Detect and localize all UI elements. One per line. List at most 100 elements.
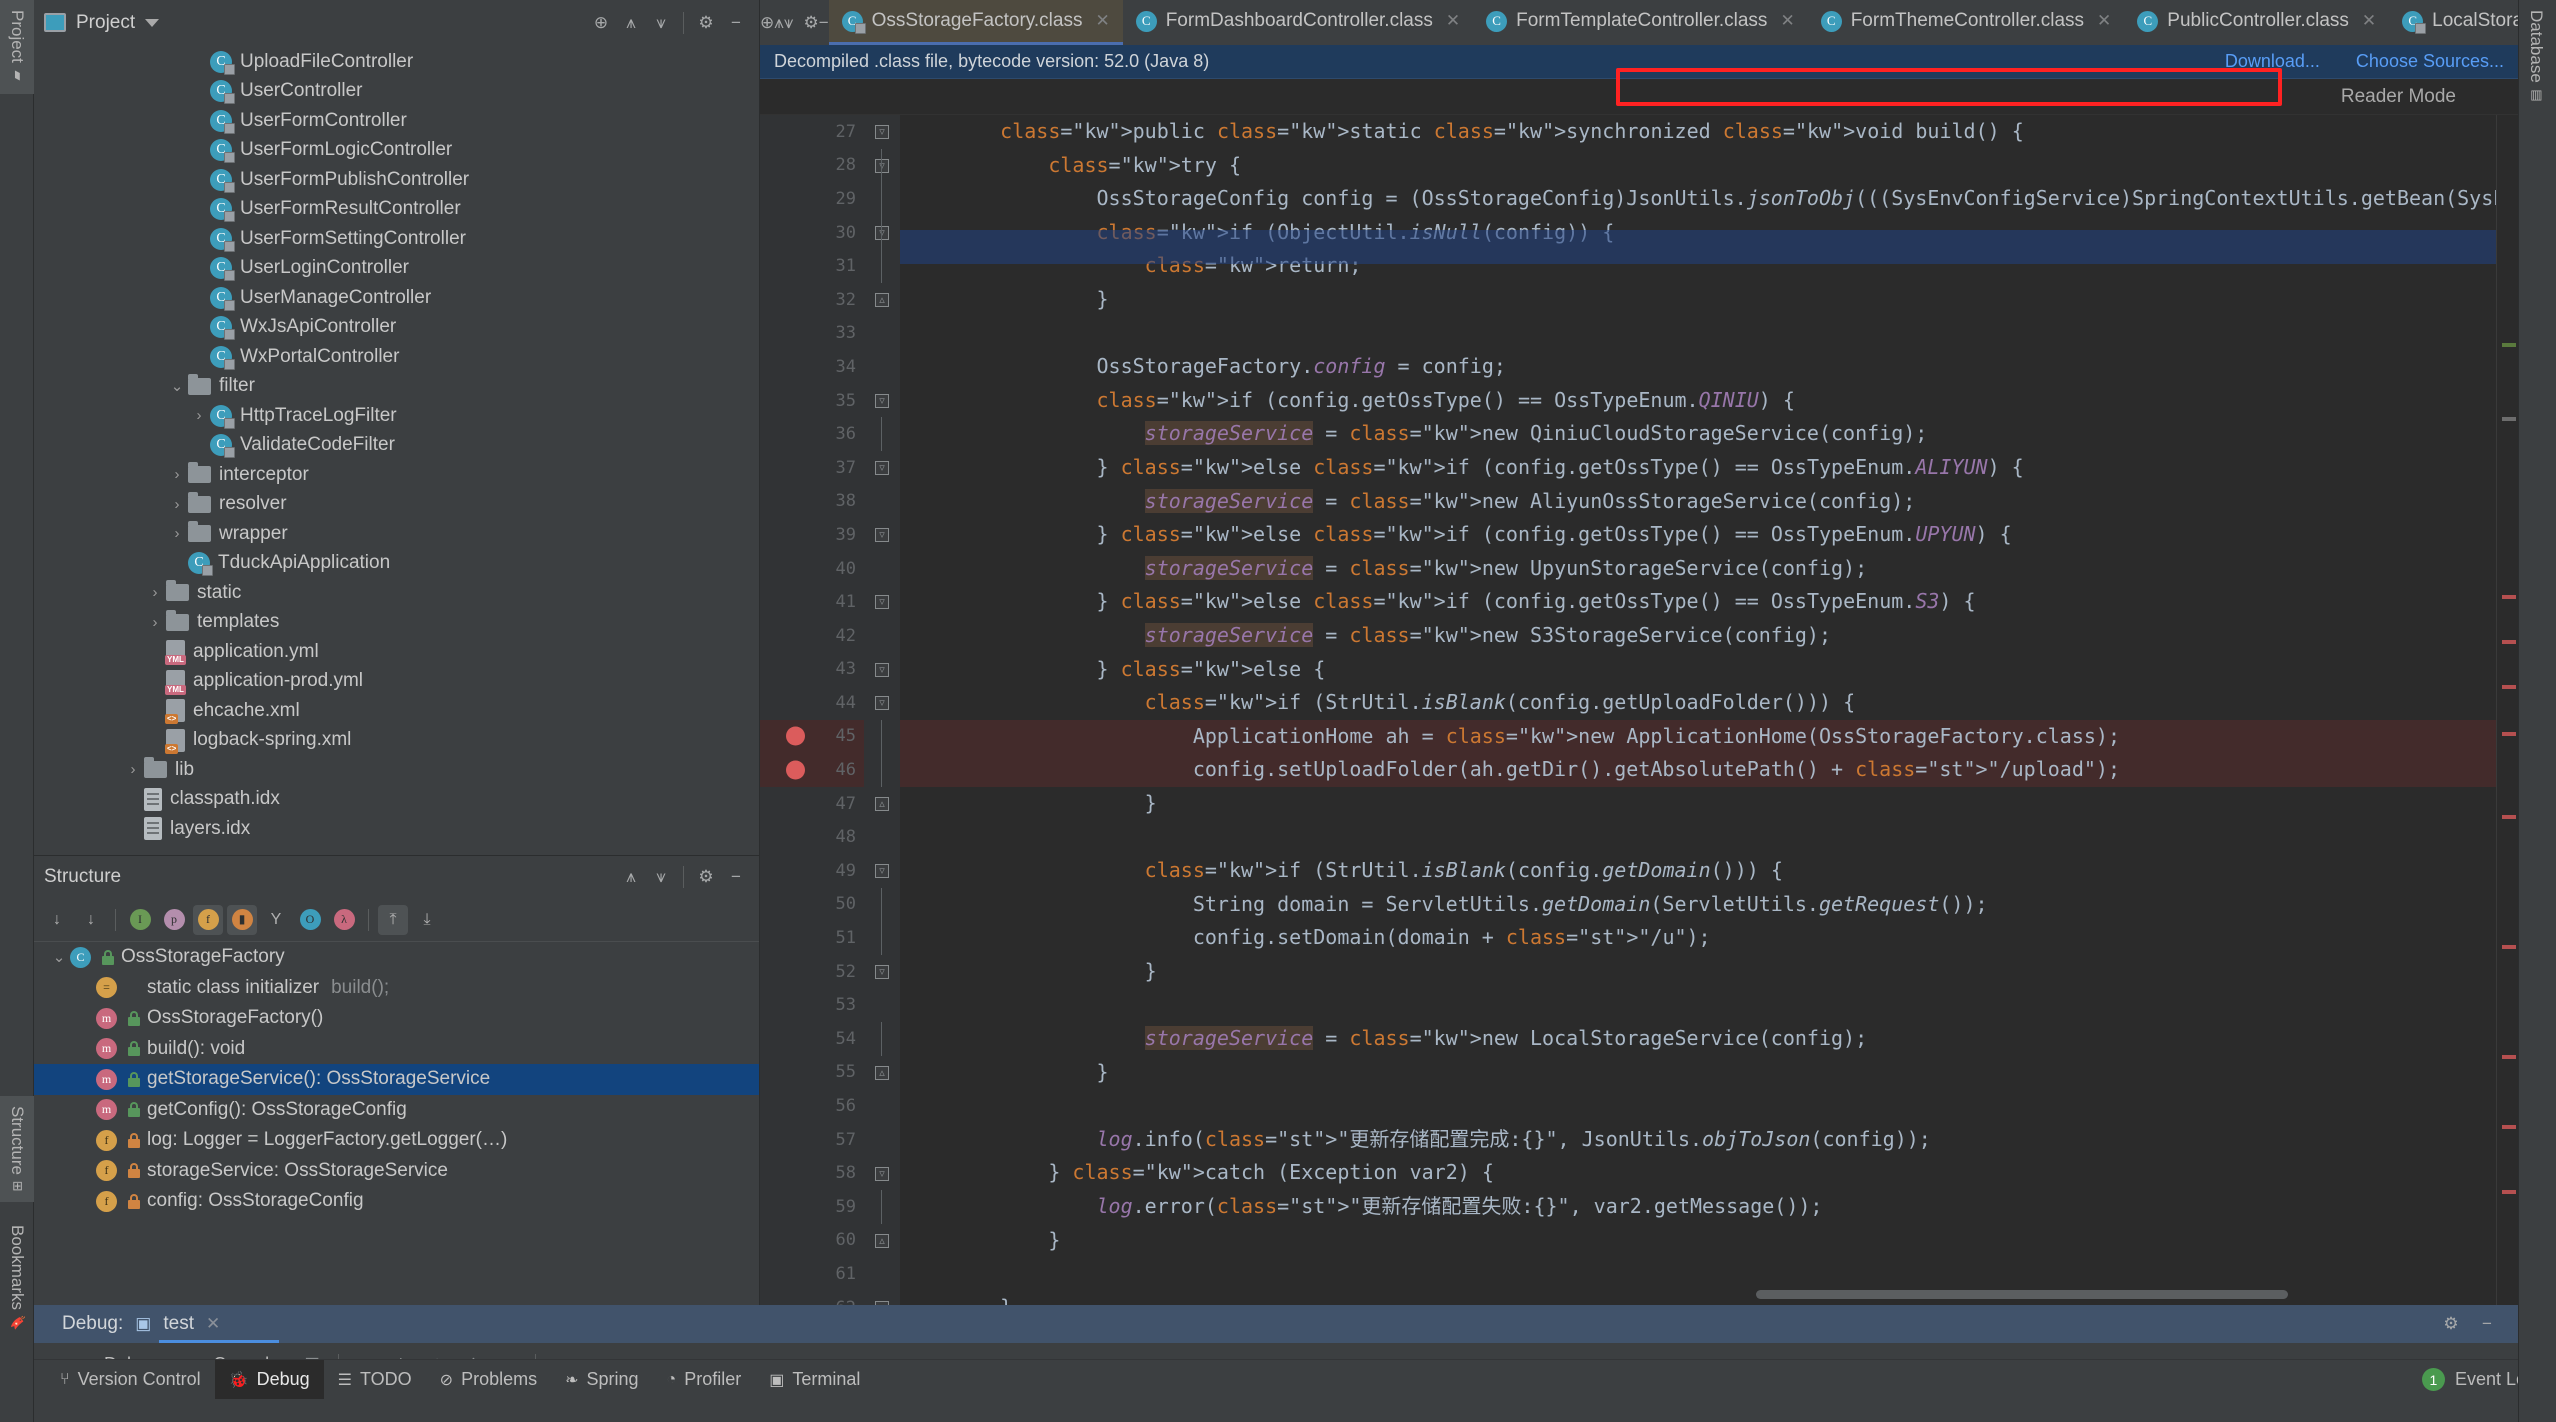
statusbar-debug[interactable]: 🐞Debug [215,1360,324,1400]
tree-item[interactable]: ·CTduckApiApplication [34,549,759,579]
code-line[interactable]: } class="kw">else class="kw">if (config.… [900,451,2518,485]
editor-marker-bar[interactable] [2496,115,2518,1305]
show-anonymous-icon[interactable]: Y [261,905,291,935]
fold-toggle-icon[interactable]: ▿ [875,159,889,173]
tree-item[interactable]: ·layers.idx [34,814,759,844]
tree-item[interactable]: ·<>ehcache.xml [34,696,759,726]
line-number[interactable]: 44 [760,686,864,720]
code-line[interactable]: String domain = ServletUtils.getDomain(S… [900,888,2518,922]
statusbar-terminal[interactable]: ▣Terminal [755,1360,874,1400]
code-line[interactable]: class="kw">public class="kw">static clas… [900,115,2518,149]
tree-item[interactable]: ·YMLapplication.yml [34,637,759,667]
horizontal-scrollbar[interactable] [1756,1290,2288,1299]
close-icon[interactable]: ✕ [1095,11,1109,31]
editor-tab[interactable]: CPublicController.class✕ [2124,0,2389,45]
code-line[interactable]: class="kw">try { [900,149,2518,183]
line-number[interactable]: 59 [760,1190,864,1224]
collapse-all-icon[interactable]: ⩛ [648,10,674,36]
line-number[interactable]: 36 [760,417,864,451]
expand-all-icon[interactable]: ⩚ [774,0,784,45]
close-icon[interactable]: ✕ [2362,11,2376,31]
code-line[interactable]: class="kw">if (config.getOssType() == Os… [900,384,2518,418]
structure-item[interactable]: ·mbuild(): void [34,1034,759,1065]
line-number[interactable]: 46 [760,753,864,787]
tree-item[interactable]: ·CUserLoginController [34,254,759,284]
code-line[interactable] [900,317,2518,351]
code-line[interactable]: storageService = class="kw">new LocalSto… [900,1022,2518,1056]
structure-item[interactable]: ·mgetConfig(): OssStorageConfig [34,1095,759,1126]
code-line[interactable]: } [900,283,2518,317]
fold-toggle-icon[interactable]: ▵ [875,797,889,811]
line-number[interactable]: 40 [760,552,864,586]
chevron-right-icon[interactable]: › [188,407,210,424]
code-line[interactable]: ApplicationHome ah = class="kw">new Appl… [900,720,2518,754]
collapse-all-icon[interactable]: ⩛ [784,0,794,45]
tree-item[interactable]: ›interceptor [34,460,759,490]
tree-item[interactable]: ›templates [34,608,759,638]
line-number[interactable]: 52 [760,955,864,989]
statusbar-spring[interactable]: ❧Spring [551,1360,652,1400]
close-icon[interactable]: ✕ [1446,11,1460,31]
project-tree[interactable]: ·CUploadFileController·CUserController·C… [34,45,759,855]
tree-item[interactable]: ›static [34,578,759,608]
line-number[interactable]: 56 [760,1089,864,1123]
gear-icon[interactable]: ⚙ [2438,1311,2464,1337]
code-line[interactable]: storageService = class="kw">new AliyunOs… [900,485,2518,519]
fold-toggle-icon[interactable]: ▿ [875,864,889,878]
chevron-right-icon[interactable]: › [144,584,166,601]
reader-mode-label[interactable]: Reader Mode [2341,86,2456,108]
code-line[interactable] [900,820,2518,854]
rail-button-bookmarks[interactable]: Bookmarks 🔖 [0,1215,34,1342]
locate-icon[interactable]: ⊕ [588,10,614,36]
fold-toggle-icon[interactable]: ▵ [875,293,889,307]
line-number[interactable]: 38 [760,485,864,519]
close-icon[interactable]: ✕ [2097,11,2111,31]
chevron-right-icon[interactable]: › [166,466,188,483]
tree-item[interactable]: ·YMLapplication-prod.yml [34,667,759,697]
line-number[interactable]: 27 [760,115,864,149]
locate-icon[interactable]: ⊕ [760,0,774,45]
code-line[interactable]: class="kw">if (StrUtil.isBlank(config.ge… [900,686,2518,720]
tree-item[interactable]: ⌄filter [34,372,759,402]
line-number[interactable]: 42 [760,619,864,653]
tree-item[interactable]: ·classpath.idx [34,785,759,815]
tree-item[interactable]: ·CUserManageController [34,283,759,313]
code-line[interactable]: } class="kw">else class="kw">if (config.… [900,585,2518,619]
code-line[interactable]: storageService = class="kw">new S3Storag… [900,619,2518,653]
tree-item[interactable]: ·CWxPortalController [34,342,759,372]
tree-item[interactable]: ·CUserFormLogicController [34,136,759,166]
close-icon[interactable]: ✕ [1780,11,1794,31]
fold-toggle-icon[interactable]: ▿ [875,663,889,677]
code-content[interactable]: class="kw">public class="kw">static clas… [900,115,2518,1305]
show-properties-icon[interactable]: p [159,905,189,935]
statusbar-version-control[interactable]: ⑂Version Control [46,1360,215,1400]
tree-item[interactable]: ·CUserFormResultController [34,195,759,225]
rail-button-project[interactable]: Project ▰ [0,0,34,94]
structure-item[interactable]: ·=static class initializerbuild(); [34,973,759,1004]
line-number[interactable]: 43 [760,653,864,687]
editor-tab[interactable]: CFormDashboardController.class✕ [1123,0,1473,45]
line-number[interactable]: 45 [760,720,864,754]
statusbar-profiler[interactable]: ◔Profiler [653,1360,756,1400]
code-line[interactable]: } [900,1224,2518,1258]
code-line[interactable]: OssStorageFactory.config = config; [900,350,2518,384]
show-interfaces-icon[interactable]: O [295,905,325,935]
code-line[interactable]: } [900,1056,2518,1090]
line-number[interactable]: 49 [760,854,864,888]
chevron-down-icon[interactable] [145,19,159,27]
line-number[interactable]: 55 [760,1056,864,1090]
tree-item[interactable]: ›lib [34,755,759,785]
code-line[interactable]: } class="kw">else { [900,653,2518,687]
rail-button-structure[interactable]: Structure ⊞ [0,1096,34,1202]
fold-toggle-icon[interactable]: ▿ [875,965,889,979]
code-folding-column[interactable]: ▿▿▿▵▿▿▿▿▿▿▵▿▿▵▿▵▵ [864,115,900,1305]
chevron-right-icon[interactable]: › [166,496,188,513]
chevron-right-icon[interactable]: › [166,525,188,542]
chevron-down-icon[interactable]: ⌄ [48,948,70,966]
show-lambdas-icon[interactable]: λ [329,905,359,935]
line-number[interactable]: 47 [760,787,864,821]
tree-item[interactable]: ·<>logback-spring.xml [34,726,759,756]
breakpoint-icon[interactable] [786,761,805,780]
chevron-right-icon[interactable]: › [144,614,166,631]
structure-item[interactable]: ·mOssStorageFactory() [34,1003,759,1034]
